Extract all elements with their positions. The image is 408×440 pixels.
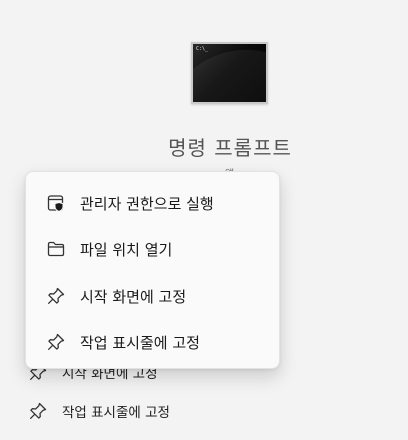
bg-pin-to-taskbar-label: 작업 표시줄에 고정 (62, 405, 170, 421)
context-menu: 관리자 권한으로 실행 파일 위치 열기 시작 화면에 고정 작업 표시줄에 고… (25, 171, 280, 369)
pin-icon (28, 401, 48, 421)
icon-prompt-text: C:\_ (196, 46, 209, 52)
menu-item-label: 관리자 권한으로 실행 (80, 194, 214, 213)
shield-window-icon (46, 193, 66, 213)
menu-item-pin-to-start[interactable]: 시작 화면에 고정 (26, 276, 279, 316)
pin-icon (46, 332, 66, 352)
menu-item-pin-to-taskbar[interactable]: 작업 표시줄에 고정 (26, 322, 279, 362)
menu-item-label: 작업 표시줄에 고정 (80, 333, 200, 352)
command-prompt-app-icon: C:\_ (191, 42, 268, 104)
menu-item-label: 시작 화면에 고정 (80, 287, 187, 306)
folder-icon (46, 239, 66, 259)
menu-item-run-as-admin[interactable]: 관리자 권한으로 실행 (26, 183, 279, 223)
menu-item-label: 파일 위치 열기 (80, 240, 173, 259)
pin-icon (46, 286, 66, 306)
menu-item-open-file-location[interactable]: 파일 위치 열기 (26, 229, 279, 269)
app-title: 명령 프롬프트 (168, 136, 292, 160)
bg-pin-to-taskbar[interactable]: 작업 표시줄에 고정 (28, 401, 170, 421)
